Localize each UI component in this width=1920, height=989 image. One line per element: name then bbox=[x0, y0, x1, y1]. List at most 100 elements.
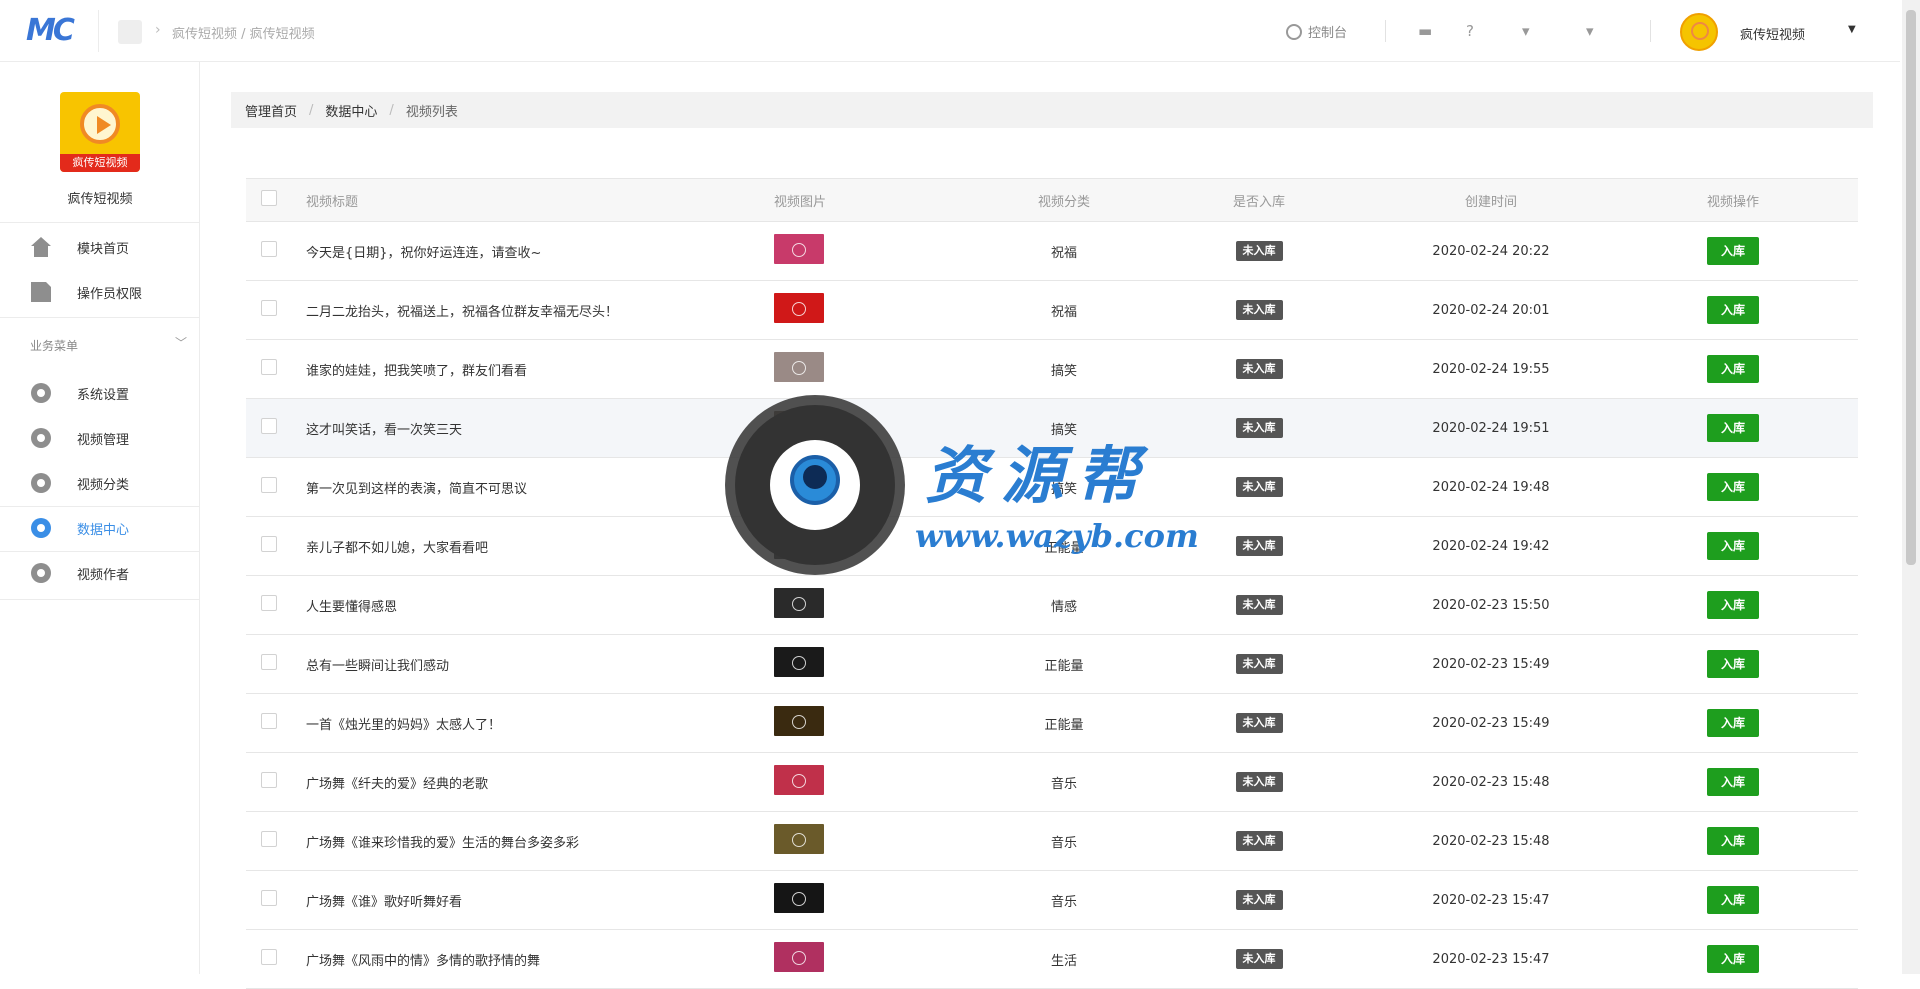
user-icon[interactable]: ▾ bbox=[1586, 22, 1594, 40]
video-title: 广场舞《风雨中的情》多情的歌抒情的舞 bbox=[306, 953, 541, 969]
import-button[interactable]: 入库 bbox=[1706, 473, 1759, 501]
column-header[interactable]: 视频分类 bbox=[984, 178, 1144, 222]
avatar[interactable] bbox=[1680, 13, 1718, 51]
created-time: 2020-02-24 19:55 bbox=[1432, 361, 1550, 377]
app-name: 疯传短视频 bbox=[67, 192, 133, 207]
sidebar-item-video-management[interactable]: 视频管理 bbox=[0, 416, 200, 460]
column-header[interactable]: 视频图片 bbox=[774, 178, 984, 222]
video-thumbnail[interactable] bbox=[774, 352, 824, 382]
video-category: 正能量 bbox=[1044, 540, 1084, 556]
video-thumbnail[interactable] bbox=[774, 293, 824, 323]
video-category: 搞笑 bbox=[1050, 481, 1077, 497]
row-checkbox[interactable] bbox=[261, 536, 277, 552]
video-category: 正能量 bbox=[1044, 658, 1084, 674]
row-checkbox[interactable] bbox=[261, 418, 277, 434]
sidebar-divider bbox=[0, 222, 200, 223]
console-link[interactable]: 控制台 bbox=[1286, 22, 1347, 41]
video-thumbnail[interactable] bbox=[774, 234, 824, 264]
row-checkbox[interactable] bbox=[261, 359, 277, 375]
status-badge: 未入库 bbox=[1235, 359, 1283, 379]
scrollbar[interactable] bbox=[1902, 0, 1920, 974]
document-icon bbox=[31, 282, 51, 302]
created-time: 2020-02-23 15:50 bbox=[1432, 597, 1550, 613]
brand-logo[interactable]: MC bbox=[26, 14, 82, 48]
sidebar-item-module-home[interactable]: 模块首页 bbox=[0, 225, 200, 269]
video-category: 搞笑 bbox=[1050, 422, 1077, 438]
video-thumbnail[interactable] bbox=[774, 411, 824, 441]
import-button[interactable]: 入库 bbox=[1706, 355, 1759, 383]
import-button[interactable]: 入库 bbox=[1706, 945, 1759, 973]
sidebar: 疯传短视频 疯传短视频 模块首页 操作员权限 业务菜单 ﹀ 系统设置 视频管理 … bbox=[0, 62, 200, 974]
sidebar-item-operator-permissions[interactable]: 操作员权限 bbox=[0, 270, 200, 314]
import-button[interactable]: 入库 bbox=[1706, 591, 1759, 619]
sidebar-item-data-center[interactable]: 数据中心 bbox=[0, 506, 200, 550]
column-header[interactable]: 是否入库 bbox=[1144, 178, 1374, 222]
sidebar-divider bbox=[0, 317, 200, 318]
row-checkbox[interactable] bbox=[261, 890, 277, 906]
table-row: 广场舞《谁来珍惜我的爱》生活的舞台多姿多彩 音乐 未入库 2020-02-23 15:… bbox=[246, 812, 1858, 871]
video-thumbnail[interactable] bbox=[774, 588, 824, 618]
import-button[interactable]: 入库 bbox=[1706, 886, 1759, 914]
store-icon[interactable]: ▬ bbox=[1418, 22, 1432, 40]
gear-icon bbox=[31, 473, 51, 493]
created-time: 2020-02-23 15:49 bbox=[1432, 715, 1550, 731]
row-checkbox[interactable] bbox=[261, 949, 277, 965]
video-thumbnail[interactable] bbox=[774, 647, 824, 677]
row-checkbox[interactable] bbox=[261, 477, 277, 493]
status-badge: 未入库 bbox=[1235, 300, 1283, 320]
column-header[interactable]: 视频操作 bbox=[1608, 178, 1858, 222]
brand-logo-text: MC bbox=[26, 13, 75, 48]
sidebar-item-video-author[interactable]: 视频作者 bbox=[0, 551, 200, 595]
import-button[interactable]: 入库 bbox=[1706, 827, 1759, 855]
import-button[interactable]: 入库 bbox=[1706, 414, 1759, 442]
gear-icon bbox=[31, 563, 51, 583]
video-category: 搞笑 bbox=[1050, 363, 1077, 379]
row-checkbox[interactable] bbox=[261, 654, 277, 670]
row-checkbox[interactable] bbox=[261, 241, 277, 257]
row-checkbox[interactable] bbox=[261, 713, 277, 729]
home-icon[interactable] bbox=[118, 20, 142, 44]
video-table: 视频标题 视频图片 视频分类 是否入库 创建时间 视频操作 今天是{日期}，祝你… bbox=[246, 178, 1858, 989]
help-icon[interactable]: ? bbox=[1466, 22, 1474, 40]
status-badge: 未入库 bbox=[1235, 890, 1283, 910]
sidebar-item-system-settings[interactable]: 系统设置 bbox=[0, 371, 200, 415]
bell-icon[interactable]: ▾ bbox=[1522, 22, 1530, 40]
sidebar-divider bbox=[0, 599, 200, 600]
video-thumbnail[interactable] bbox=[774, 765, 824, 795]
chevron-down-icon[interactable]: ﹀ bbox=[175, 334, 187, 351]
import-button[interactable]: 入库 bbox=[1706, 237, 1759, 265]
video-thumbnail[interactable] bbox=[774, 529, 824, 559]
app-logo: 疯传短视频 bbox=[60, 92, 140, 172]
user-name[interactable]: 疯传短视频 bbox=[1740, 24, 1805, 43]
column-header[interactable]: 视频标题 bbox=[306, 178, 774, 222]
top-divider bbox=[98, 10, 99, 52]
row-checkbox[interactable] bbox=[261, 595, 277, 611]
video-thumbnail[interactable] bbox=[774, 706, 824, 736]
breadcrumb-section[interactable]: 数据中心 bbox=[325, 101, 377, 120]
top-breadcrumb[interactable]: 疯传短视频 / 疯传短视频 bbox=[172, 23, 315, 42]
breadcrumb-home[interactable]: 管理首页 bbox=[245, 101, 297, 120]
row-checkbox[interactable] bbox=[261, 831, 277, 847]
sidebar-item-label: 视频管理 bbox=[77, 432, 130, 448]
sidebar-item-video-category[interactable]: 视频分类 bbox=[0, 461, 200, 505]
import-button[interactable]: 入库 bbox=[1706, 768, 1759, 796]
scrollbar-thumb[interactable] bbox=[1906, 10, 1916, 565]
import-button[interactable]: 入库 bbox=[1706, 709, 1759, 737]
import-button[interactable]: 入库 bbox=[1706, 532, 1759, 560]
dashboard-icon bbox=[1286, 23, 1302, 40]
chevron-right-icon: › bbox=[155, 22, 161, 38]
import-button[interactable]: 入库 bbox=[1706, 650, 1759, 678]
video-thumbnail[interactable] bbox=[774, 883, 824, 913]
import-button[interactable]: 入库 bbox=[1706, 296, 1759, 324]
select-all-checkbox[interactable] bbox=[261, 190, 277, 206]
caret-down-icon[interactable]: ▼ bbox=[1848, 24, 1856, 35]
row-checkbox[interactable] bbox=[261, 300, 277, 316]
column-header[interactable]: 创建时间 bbox=[1374, 178, 1608, 222]
home-icon bbox=[31, 237, 51, 257]
sidebar-group-label[interactable]: 业务菜单 bbox=[30, 337, 78, 354]
row-checkbox[interactable] bbox=[261, 772, 277, 788]
video-thumbnail[interactable] bbox=[774, 470, 824, 500]
video-thumbnail[interactable] bbox=[774, 942, 824, 972]
gear-icon bbox=[31, 428, 51, 448]
video-thumbnail[interactable] bbox=[774, 824, 824, 854]
